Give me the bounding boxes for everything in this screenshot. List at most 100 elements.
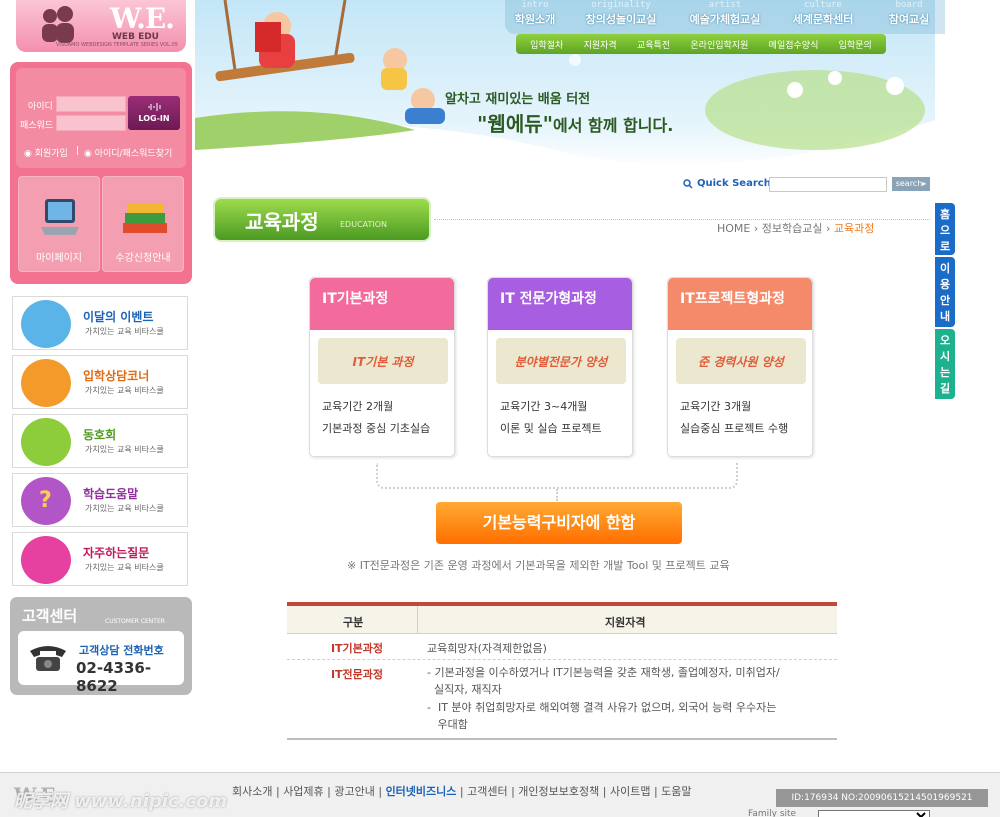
course-title: IT 전문가형과정 [500, 291, 597, 307]
link-divider: | [76, 146, 80, 156]
banner-subline: "웹에듀"에서 함께 합니다. [477, 108, 673, 137]
login-button-label: LOG-IN [138, 114, 170, 123]
side-item-sub: 가치있는 교육 비타스쿨 [85, 386, 164, 395]
subnav-mail-form[interactable]: 메일접수양식 [769, 38, 819, 51]
nav-artist[interactable]: artist 예술가체험교실 [680, 0, 770, 27]
telephone-icon [30, 646, 66, 671]
nav-label: 세계문화센터 [792, 13, 854, 26]
side-item-title: 이달의 이벤트 [83, 310, 154, 324]
side-item-faq[interactable]: 자주하는질문 가치있는 교육 비타스쿨 [12, 532, 188, 586]
nav-culture[interactable]: culture 세계문화센터 [778, 0, 868, 27]
card-connector [376, 463, 738, 489]
quick-link-home[interactable]: 홈으로 [935, 203, 955, 255]
table-header: 구분 지원자격 [287, 606, 837, 634]
quick-search-label: Quick Search [697, 178, 771, 189]
footer-links: 회사소개 | 사업제휴 | 광고안내 | 인터넷비즈니스 | 고객센터 | 개인… [232, 785, 692, 798]
footer-link[interactable]: 개인정보보호정책 [518, 785, 599, 798]
side-item-sub: 가치있는 교육 비타스쿨 [85, 563, 164, 572]
join-link[interactable]: ◉ 회원가입 [24, 146, 68, 159]
nav-label: 창의성놀이교실 [585, 13, 657, 26]
course-duration: 교육기간 3개월 [680, 400, 752, 413]
footer-link[interactable]: 사업제휴 [283, 785, 323, 798]
phone-number: 02-4336-8622 [76, 659, 152, 695]
family-site-select[interactable] [818, 810, 930, 817]
breadcrumb-mid[interactable]: 정보학습교실 [762, 222, 823, 235]
nav-en: culture [804, 0, 842, 10]
course-slogan: 준 경력사원 양성 [676, 338, 806, 384]
breadcrumb-home[interactable]: HOME [717, 222, 750, 235]
login-panel: 아이디 패스워드 LOG-IN ◉ 회원가입 | ◉ 아이디/패스워드찾기 마이… [10, 62, 192, 284]
family-site-label: Family site [748, 809, 797, 817]
side-item-title: 입학상담코너 [83, 369, 150, 383]
footer-link[interactable]: 회사소개 [232, 785, 272, 798]
id-input[interactable] [56, 96, 126, 112]
search-icon [683, 179, 693, 189]
waveform-icon [148, 103, 161, 111]
people-logo-icon [42, 6, 74, 43]
course-card-expert[interactable]: IT 전문가형과정 분야별전문가 양성 교육기간 3~4개월 이론 및 실습 프… [487, 277, 633, 457]
quick-link-guide[interactable]: 이용안내 [935, 257, 955, 327]
side-item-event[interactable]: 이달의 이벤트 가치있는 교육 비타스쿨 [12, 296, 188, 350]
laptop-icon [41, 199, 79, 235]
search-input[interactable] [769, 177, 887, 192]
subnav-qualification[interactable]: 지원자격 [584, 38, 617, 51]
join-label: 회원가입 [34, 149, 68, 159]
subnav-online-apply[interactable]: 온라인입학지원 [690, 38, 748, 51]
footer-link[interactable]: 도움말 [661, 785, 691, 798]
row-value: 교육희망자(자격제한없음) [427, 642, 547, 655]
footer: W.E. 昵享网 www.nipic.com 회사소개 | 사업제휴 | 광고안… [0, 772, 1000, 817]
customer-center: 고객센터 CUSTOMER CENTER 고객상담 전화번호 02-4336-8… [10, 597, 192, 695]
banner-headline: 알차고 재미있는 배움 터전 [445, 92, 591, 107]
nav-originality[interactable]: originality 창의성놀이교실 [576, 0, 666, 27]
enrollment-guide-tile[interactable]: 수강신청안내 [102, 176, 184, 272]
subnav-admission-process[interactable]: 입학절차 [530, 38, 563, 51]
footer-link[interactable]: 인터넷비즈니스 [386, 785, 457, 798]
search-button[interactable]: search▸ [892, 177, 930, 191]
page-title-box: 교육과정 EDUCATION [213, 197, 431, 242]
find-account-link[interactable]: ◉ 아이디/패스워드찾기 [84, 146, 172, 159]
logo-text: W.E. [110, 2, 175, 35]
side-item-title: 동호회 [83, 428, 117, 442]
row-value-line: 우대함 [427, 718, 468, 731]
side-item-help[interactable]: ? 학습도움말 가치있는 교육 비타스쿨 [12, 473, 188, 527]
image-id-badge: ID:176934 NO:20090615214501969521 [776, 789, 988, 807]
phone-label: 고객상담 전화번호 [79, 644, 164, 657]
watermark: 昵享网 www.nipic.com [14, 791, 228, 812]
mypage-tile[interactable]: 마이페이지 [18, 176, 100, 272]
side-item-sub: 가치있는 교육 비타스쿨 [85, 504, 164, 513]
course-note: ※ IT전문과정은 기존 운영 과정에서 기본과목을 제외한 개발 Tool 및… [347, 559, 730, 572]
pw-label: 패스워드 [20, 121, 54, 131]
side-item-consult[interactable]: 입학상담코너 가치있는 교육 비타스쿨 [12, 355, 188, 409]
course-card-basic[interactable]: IT기본과정 IT기본 과정 교육기간 2개월 기본과정 중심 기초실습 [309, 277, 455, 457]
footer-link[interactable]: 사이트맵 [610, 785, 650, 798]
breadcrumb: HOME › 정보학습교실 › 교육과정 [715, 220, 875, 236]
subnav-inquiry[interactable]: 입학문의 [839, 38, 872, 51]
login-button[interactable]: LOG-IN [128, 96, 180, 130]
quick-link-label: 홈으로 [939, 208, 951, 253]
books-icon [123, 203, 167, 233]
quick-link-directions[interactable]: 오시는길 [935, 329, 955, 399]
row-value-line: 실직자, 재직자 [427, 683, 502, 696]
course-duration: 교육기간 2개월 [322, 400, 394, 413]
enrollment-guide-label: 수강신청안내 [115, 253, 171, 264]
logo[interactable]: W.E. WEB EDU VISUAMO WEBDESIGN TEMPLATE … [16, 0, 186, 52]
row-category: IT전문과정 [330, 668, 384, 681]
course-card-project[interactable]: IT프로젝트형과정 준 경력사원 양성 교육기간 3개월 실습중심 프로젝트 수… [667, 277, 813, 457]
password-input[interactable] [56, 115, 126, 131]
logo-tagline: VISUAMO WEBDESIGN TEMPLATE SERIES VOL.05 [56, 42, 178, 48]
table-bottom-rule [287, 738, 837, 740]
subnav-benefits[interactable]: 교육특전 [637, 38, 670, 51]
nav-intro[interactable]: intro 학원소개 [490, 0, 580, 27]
page-title-en: EDUCATION [340, 220, 388, 229]
card-connector-stem [556, 489, 558, 501]
side-item-title: 자주하는질문 [83, 546, 150, 560]
footer-link[interactable]: 고객센터 [467, 785, 507, 798]
nav-label: 예술가체험교실 [689, 13, 761, 26]
course-slogan: IT기본 과정 [318, 338, 448, 384]
table-row: IT기본과정 교육희망자(자격제한없음) [287, 634, 837, 660]
nav-board[interactable]: board 참여교실 [866, 0, 952, 27]
footer-link[interactable]: 광고안내 [334, 785, 374, 798]
pencil-icon [21, 418, 71, 466]
breadcrumb-current: 교육과정 [833, 222, 875, 235]
side-item-club[interactable]: 동호회 가치있는 교육 비타스쿨 [12, 414, 188, 468]
